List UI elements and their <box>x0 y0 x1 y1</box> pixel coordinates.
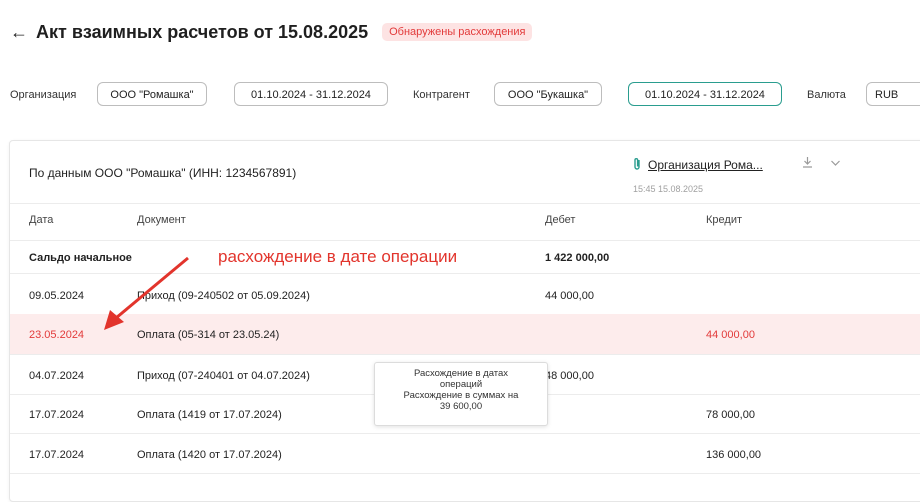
annotation-arrow-icon <box>104 256 189 330</box>
